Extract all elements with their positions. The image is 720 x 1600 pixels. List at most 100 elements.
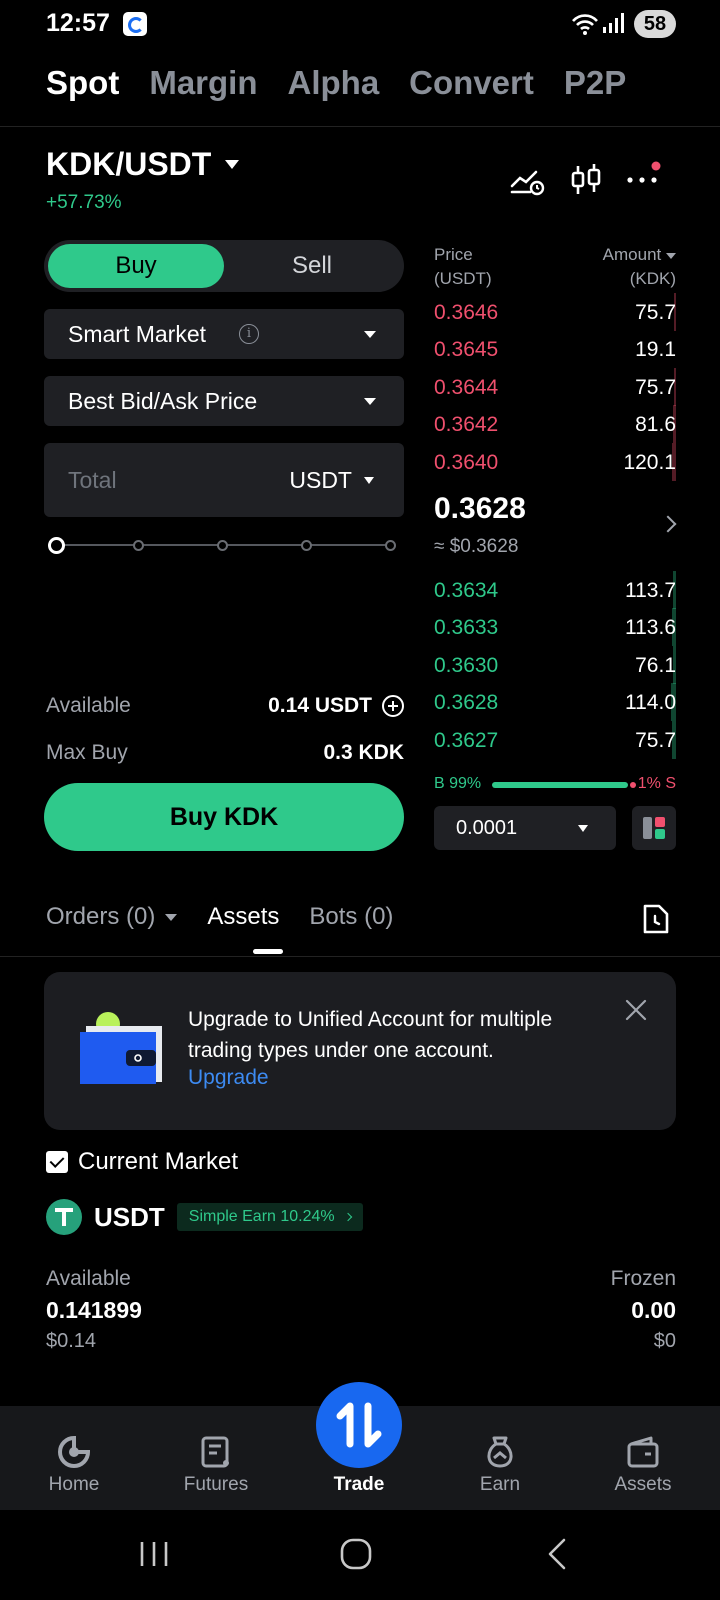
earn-icon [487,1436,513,1468]
buy-sell-ratio: B 99% 1% S [434,773,676,795]
coin-name: USDT [94,1201,165,1232]
order-type-label: Smart Market [68,321,207,347]
info-icon[interactable]: i [239,324,259,344]
wallet-icon [627,1436,659,1468]
upgrade-banner: Upgrade to Unified Account for multiple … [44,972,676,1130]
sell-ratio-bar [630,782,636,788]
bid-amount: 113.7 [625,579,676,602]
battery-indicator: 58 [634,10,676,38]
tab-alpha[interactable]: Alpha [288,64,380,102]
pair-selector[interactable]: KDK/USDT [46,146,240,183]
buy-tab[interactable]: Buy [48,244,224,288]
bid-row[interactable]: 0.3628 114.0 [434,683,676,722]
last-price-usd: ≈ $0.3628 [434,536,519,557]
chevron-right-icon [343,1212,352,1222]
candlestick-chart-icon[interactable] [566,160,606,200]
ask-price: 0.3646 [434,301,499,324]
ask-amount: 120.1 [623,450,676,474]
bid-amount: 114.0 [625,691,676,715]
tab-margin[interactable]: Margin [149,64,257,102]
available-balance: Available 0.141899 $0.14 [46,1267,142,1352]
ask-amount: 75.7 [635,375,676,399]
bid-row[interactable]: 0.3633 113.6 [434,608,676,647]
caret-down-icon [364,477,374,484]
precision-dropdown[interactable]: 0.0001 [434,806,616,850]
banner-text: Upgrade to Unified Account for multiple … [188,1008,553,1062]
recent-apps-icon[interactable] [138,1540,170,1568]
status-bar: 12:57 58 [0,0,720,48]
total-currency-selector[interactable]: USDT [289,467,352,494]
bid-price: 0.3627 [434,728,499,752]
caret-down-icon [364,398,376,405]
frozen-balance: Frozen 0.00 $0 [610,1267,676,1352]
trade-mode-tabs: Spot Margin Alpha Convert P2P [46,64,626,102]
buy-kdk-button[interactable]: Buy KDK [44,783,404,851]
chevron-right-icon[interactable] [659,515,677,533]
caret-down-icon [225,160,240,169]
bid-price: 0.3630 [434,653,499,677]
ask-row[interactable]: 0.3646 75.7 [434,293,676,331]
ask-row[interactable]: 0.3645 19.1 [434,330,676,368]
tab-convert[interactable]: Convert [409,64,534,102]
ask-row[interactable]: 0.3640 120.1 [434,442,676,481]
ask-price: 0.3642 [434,413,499,437]
simple-earn-badge[interactable]: Simple Earn 10.24% [176,1203,363,1231]
divider [0,126,720,127]
futures-icon [201,1436,229,1468]
close-icon[interactable] [624,998,648,1022]
more-icon[interactable] [622,160,662,200]
caret-down-icon [364,331,376,338]
total-input[interactable]: Total USDT [44,443,404,517]
slider-stop-50[interactable] [217,540,228,551]
tab-spot[interactable]: Spot [46,64,119,102]
bid-price: 0.3634 [434,579,499,602]
tab-orders[interactable]: Orders (0) [46,903,178,931]
status-time: 12:57 [46,9,110,37]
tab-assets[interactable]: Assets [207,903,279,931]
add-funds-icon[interactable] [382,695,404,717]
price-mode-dropdown[interactable]: Best Bid/Ask Price [44,376,404,426]
buy-sell-toggle: Buy Sell [44,240,404,292]
ask-row[interactable]: 0.3644 75.7 [434,367,676,406]
orderbook-layout-icon[interactable] [632,806,676,850]
pair-name: KDK/USDT [46,146,212,182]
available-row: Available 0.14 USDT [46,694,404,718]
asset-coin-row: USDT Simple Earn 10.24% [46,1199,363,1235]
slider-stop-100[interactable] [385,540,396,551]
ask-amount: 75.7 [635,301,676,324]
bid-row[interactable]: 0.3627 75.7 [434,720,676,759]
caret-down-icon [578,825,588,832]
order-history-icon[interactable] [642,903,670,935]
available-label: Available [46,694,131,717]
slider-handle[interactable] [48,537,65,554]
system-nav-bar [0,1510,720,1600]
bid-price: 0.3633 [434,616,499,640]
amount-slider[interactable] [48,536,396,554]
current-market-label: Current Market [78,1148,239,1175]
wifi-icon [572,14,598,35]
home-icon [58,1435,91,1468]
price-mode-label: Best Bid/Ask Price [68,388,258,414]
ask-row[interactable]: 0.3642 81.6 [434,405,676,444]
bid-amount: 75.7 [635,728,676,752]
order-type-dropdown[interactable]: Smart Market i [44,309,404,359]
trade-button[interactable] [316,1382,402,1468]
slider-stop-25[interactable] [133,540,144,551]
amount-column-header[interactable]: Amount (KDK) [584,243,676,291]
price-alert-icon[interactable] [508,160,548,200]
current-market-filter[interactable]: Current Market [46,1148,238,1176]
bid-row[interactable]: 0.3634 113.7 [434,571,676,609]
home-button-icon[interactable] [340,1538,372,1570]
checkbox-checked[interactable] [46,1151,68,1173]
upgrade-link[interactable]: Upgrade [188,1066,269,1090]
buy-ratio: B 99% [434,775,482,792]
available-value: 0.14 USDT [268,694,372,717]
bid-row[interactable]: 0.3630 76.1 [434,645,676,684]
ask-amount: 19.1 [635,338,676,362]
ask-amount: 81.6 [635,413,676,437]
slider-stop-75[interactable] [301,540,312,551]
sell-tab[interactable]: Sell [224,244,400,288]
tab-bots[interactable]: Bots (0) [309,903,393,931]
tab-p2p[interactable]: P2P [564,64,626,102]
back-icon[interactable] [546,1538,568,1570]
